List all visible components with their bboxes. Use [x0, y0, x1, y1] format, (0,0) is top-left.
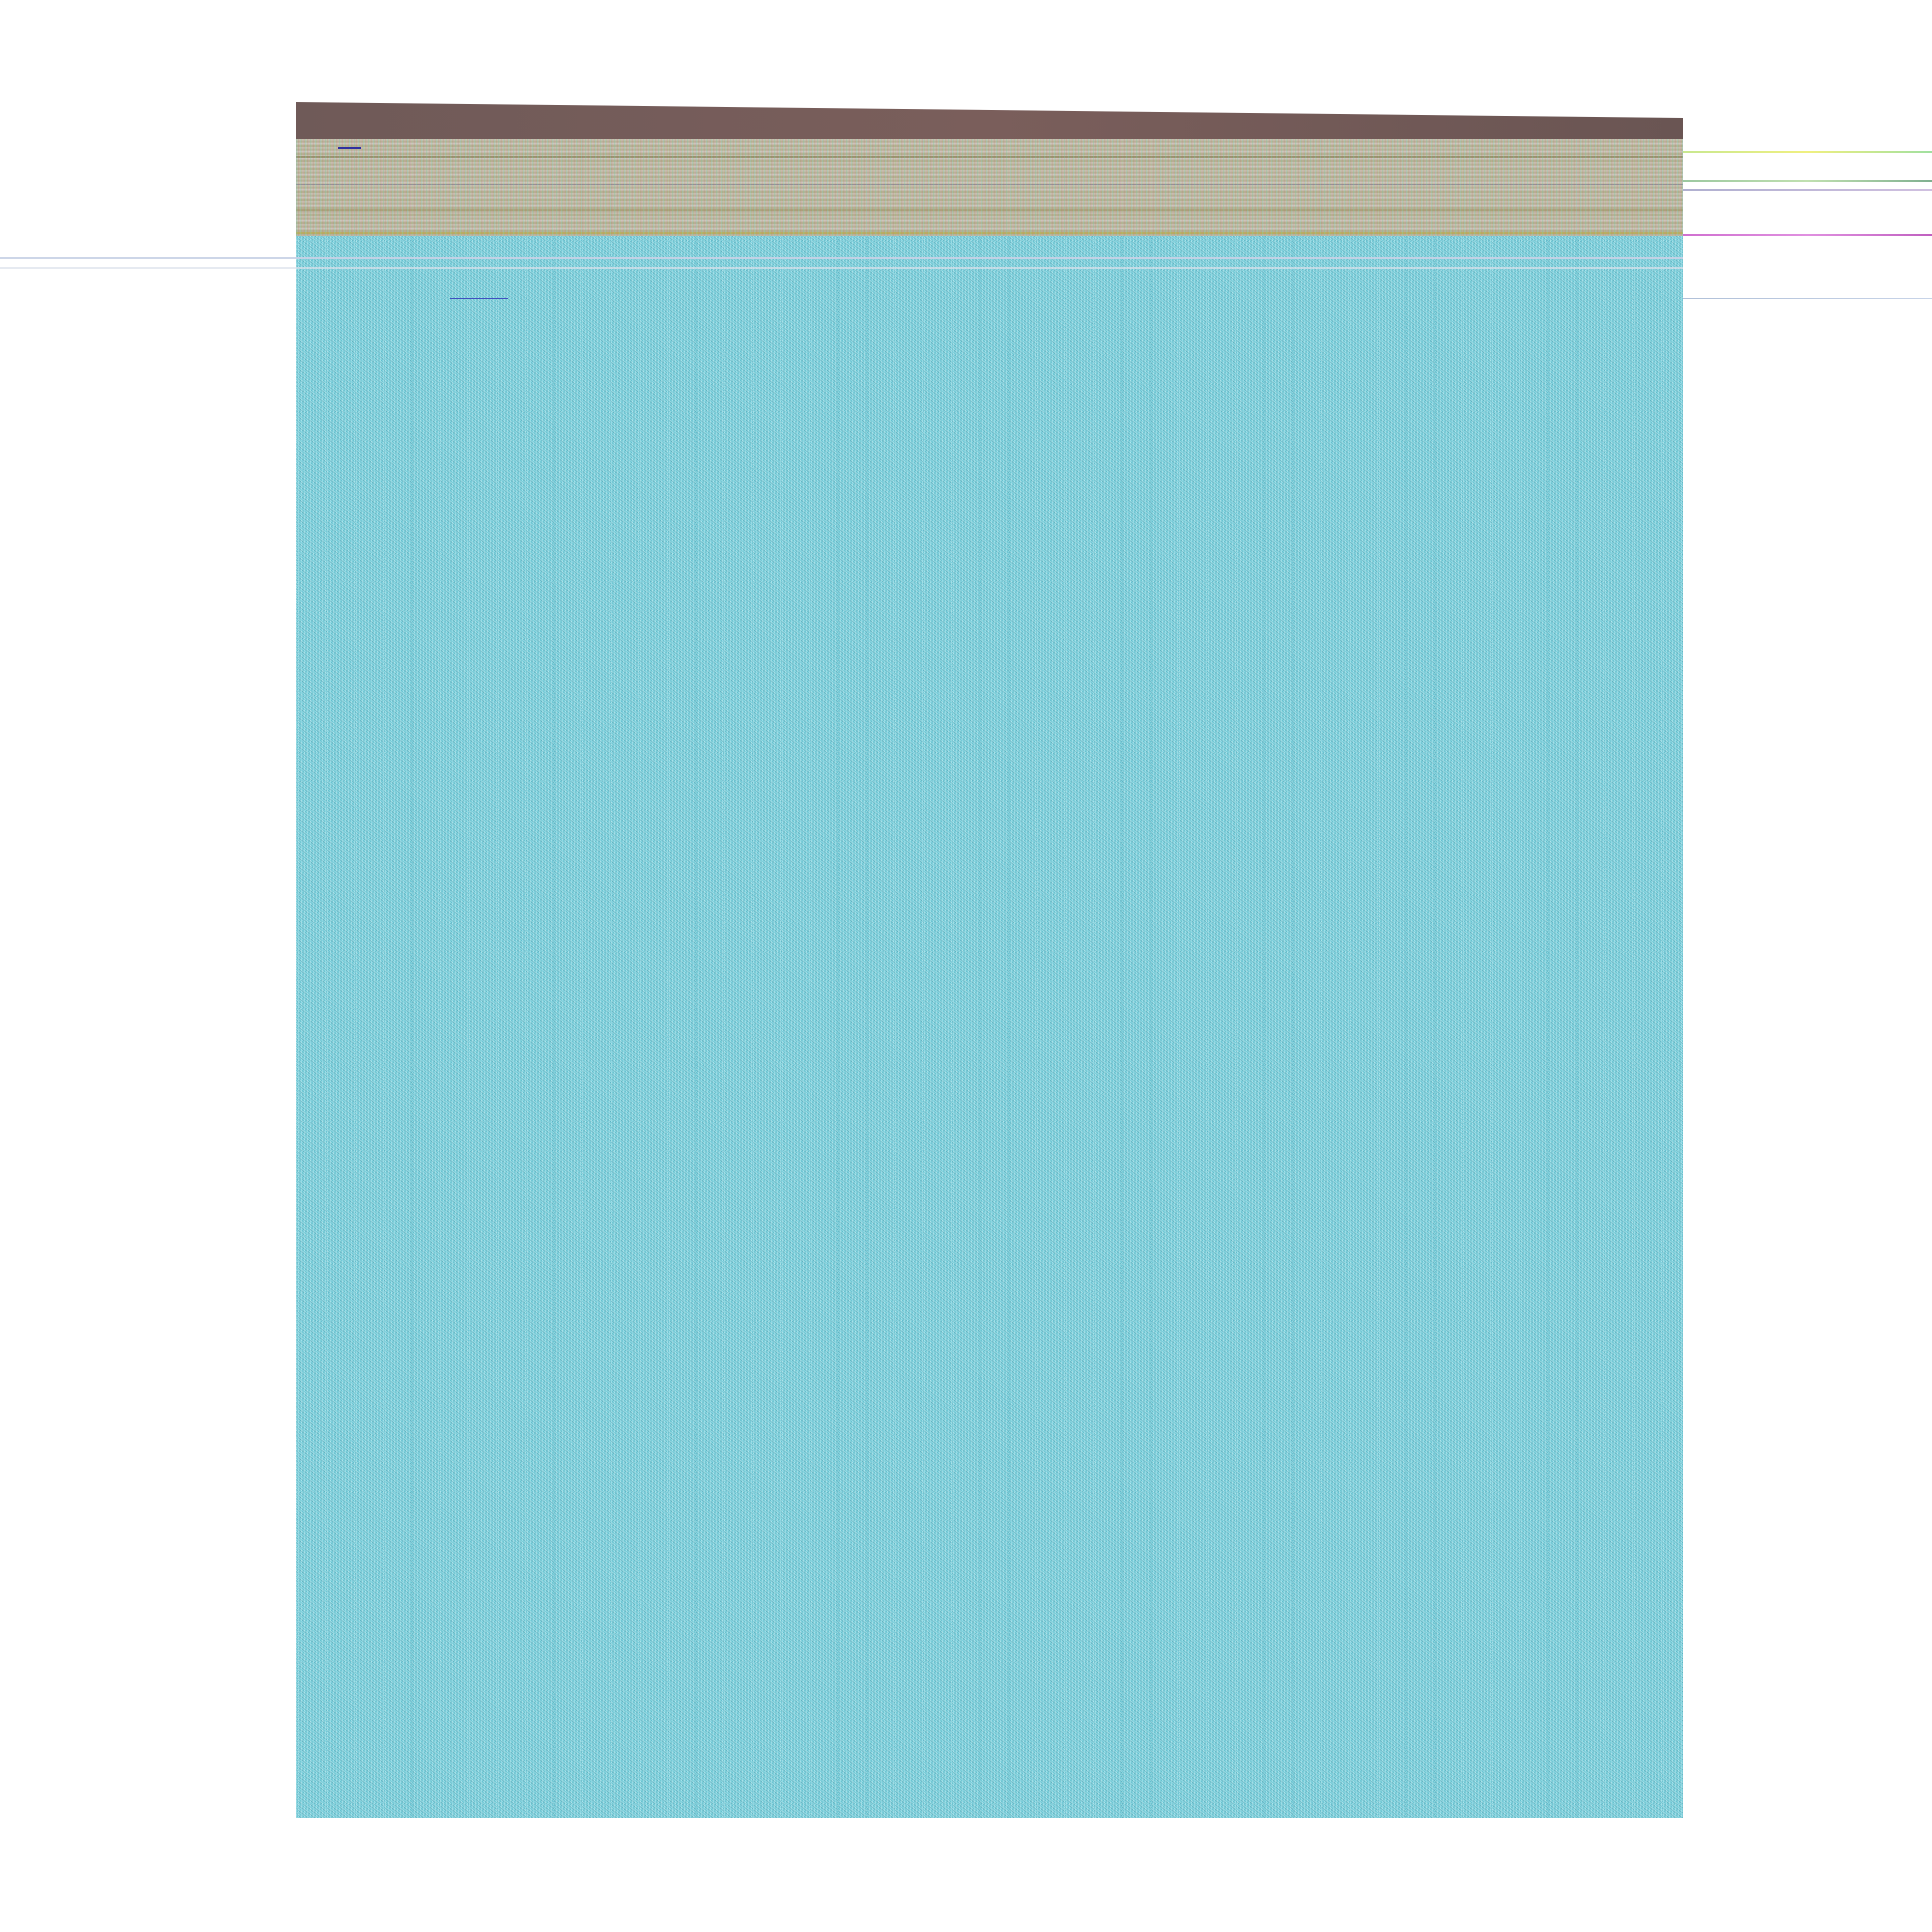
content-area[interactable] [296, 236, 1683, 1818]
glitch-streak [0, 257, 1683, 259]
glitch-streak [1683, 180, 1932, 182]
glitch-streak [1683, 298, 1932, 299]
glitch-streak [450, 298, 508, 299]
toolbar-area [296, 139, 1683, 236]
toolbar-row-divider [296, 156, 1683, 158]
glitch-streak [338, 147, 361, 149]
glitch-streak [1683, 189, 1932, 191]
title-bar [296, 102, 1683, 139]
glitch-streak [1683, 234, 1932, 236]
glitch-streak [0, 267, 1683, 269]
screen [0, 0, 1932, 1932]
toolbar-row-divider [296, 184, 1683, 185]
app-window [296, 102, 1683, 1818]
toolbar-row-divider [296, 232, 1683, 234]
toolbar-row-divider [296, 209, 1683, 211]
glitch-streak [1683, 151, 1932, 153]
